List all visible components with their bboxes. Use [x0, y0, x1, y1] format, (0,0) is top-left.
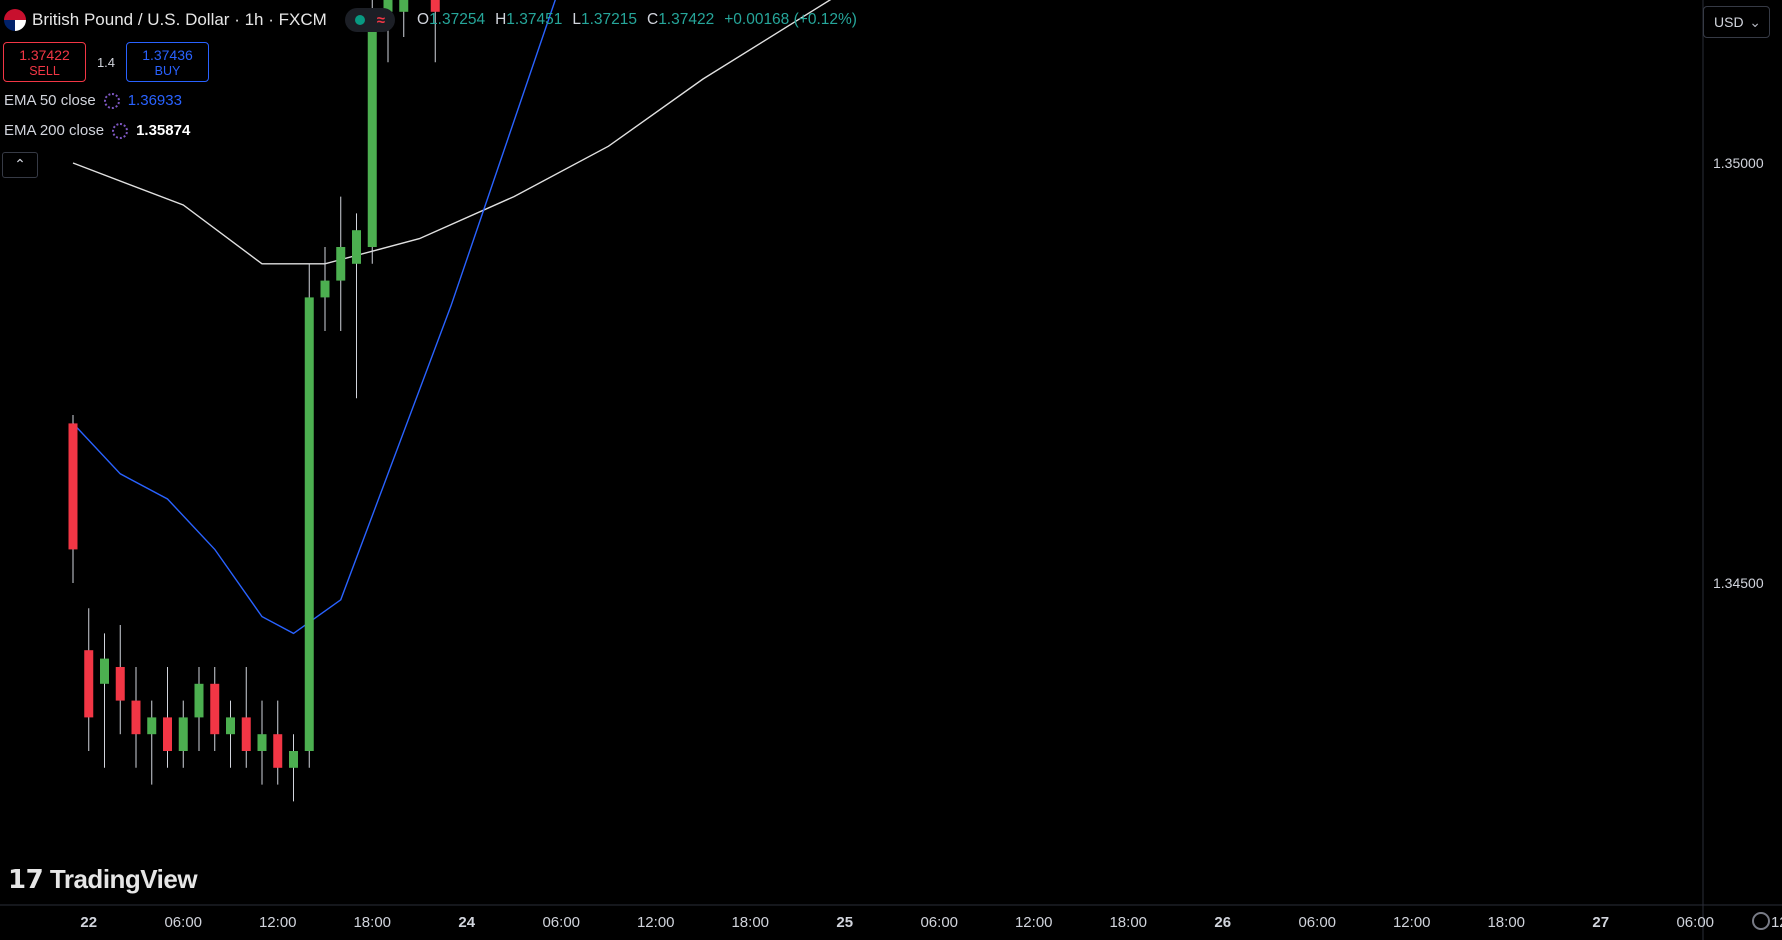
x-tick-label: 12:00 [1015, 914, 1053, 931]
x-tick-label: 06:00 [1298, 914, 1336, 931]
x-tick-label: 18:00 [1109, 914, 1147, 931]
candle-body [320, 280, 330, 298]
tradingview-logo: 𝟭𝟳 TradingView [8, 864, 198, 895]
buy-price: 1.37436 [142, 47, 193, 63]
candle-body [100, 658, 109, 684]
candle-body [257, 734, 267, 751]
y-tick-label: 1.34500 [1713, 575, 1764, 591]
candle-body [367, 11, 377, 247]
low-value: 1.37215 [580, 11, 637, 28]
chart-settings-gear-icon[interactable] [1752, 912, 1770, 930]
x-tick-label: 18:00 [353, 914, 391, 931]
x-tick-label: 27 [1592, 914, 1609, 931]
tradingview-wordmark: TradingView [49, 864, 198, 894]
x-tick-label: 06:00 [1676, 914, 1714, 931]
candle-body [226, 717, 235, 735]
open-key: O [417, 11, 430, 28]
candle-body [84, 650, 94, 718]
close-key: C [646, 11, 659, 28]
ema50-value: 1.36933 [127, 92, 182, 109]
change-value: +0.00168 (+0.12%) [724, 11, 857, 28]
chevron-down-icon: ⌄ [1749, 14, 1761, 30]
ema50-line [72, 0, 556, 635]
candle-body [163, 717, 172, 751]
candle-body [68, 423, 78, 550]
high-key: H [495, 11, 507, 28]
gbpusd-flag-icon [4, 9, 26, 31]
candle-body [289, 751, 298, 768]
sell-button[interactable]: 1.37422 SELL [3, 42, 86, 82]
price-chart[interactable]: 1.345001.350001.355001.360001.365001.370… [0, 0, 1782, 940]
buy-button[interactable]: 1.37436 BUY [126, 42, 209, 82]
trade-panel: 1.37422 SELL 1.4 1.37436 BUY [3, 42, 209, 82]
ema50-legend[interactable]: EMA 50 close 1.36933 [4, 92, 182, 109]
chart-header: British Pound / U.S. Dollar · 1h · FXCM … [0, 0, 867, 40]
candle-body [210, 683, 220, 735]
loading-icon [103, 92, 120, 109]
candle-body [273, 734, 283, 768]
x-tick-label: 25 [836, 914, 853, 931]
x-tick-label: 12:00 [1771, 914, 1782, 931]
buy-label: BUY [154, 64, 181, 78]
currency-select[interactable]: USD ⌄ [1703, 6, 1770, 38]
spread-value: 1.4 [96, 54, 116, 70]
candle-body [336, 247, 346, 281]
data-delay-icon: ≈ [376, 11, 385, 29]
x-tick-label: 06:00 [920, 914, 958, 931]
x-tick-label: 22 [80, 914, 97, 931]
tradingview-mark-icon: 𝟭𝟳 [8, 864, 50, 894]
x-tick-label: 12:00 [1393, 914, 1431, 931]
open-value: 1.37254 [429, 11, 486, 28]
candle-body [115, 667, 125, 701]
loading-icon [112, 122, 129, 139]
candle-body [241, 717, 251, 751]
high-value: 1.37451 [506, 11, 563, 28]
sell-label: SELL [29, 64, 60, 78]
symbol-title[interactable]: British Pound / U.S. Dollar · 1h · FXCM [32, 10, 327, 30]
x-tick-label: 12:00 [259, 914, 297, 931]
close-value: 1.37422 [658, 11, 715, 28]
x-tick-label: 26 [1214, 914, 1231, 931]
low-key: L [572, 11, 581, 28]
market-status-pill[interactable]: ≈ [344, 8, 395, 32]
candle-body [304, 297, 314, 751]
candle-body [352, 230, 361, 264]
x-tick-label: 18:00 [731, 914, 769, 931]
ema200-value: 1.35874 [136, 122, 191, 139]
candle-body [178, 717, 188, 751]
sell-price: 1.37422 [19, 47, 70, 63]
candle-body [147, 717, 157, 735]
y-tick-label: 1.35000 [1713, 155, 1764, 171]
ohlc-values: O1.37254 H1.37451 L1.37215 C1.37422 +0.00168… [417, 11, 867, 29]
x-tick-label: 06:00 [542, 914, 580, 931]
x-tick-label: 12:00 [637, 914, 675, 931]
ema200-label: EMA 200 close [4, 122, 105, 139]
candle-body [131, 700, 141, 735]
currency-value: USD [1714, 14, 1744, 30]
ema50-label: EMA 50 close [4, 92, 96, 109]
market-open-dot-icon [354, 15, 365, 25]
x-tick-label: 24 [458, 914, 475, 931]
ema200-legend[interactable]: EMA 200 close 1.35874 [4, 122, 190, 139]
candle-body [194, 683, 204, 718]
x-tick-label: 18:00 [1487, 914, 1525, 931]
x-tick-label: 06:00 [164, 914, 202, 931]
collapse-legend-button[interactable]: ⌃ [2, 152, 38, 178]
